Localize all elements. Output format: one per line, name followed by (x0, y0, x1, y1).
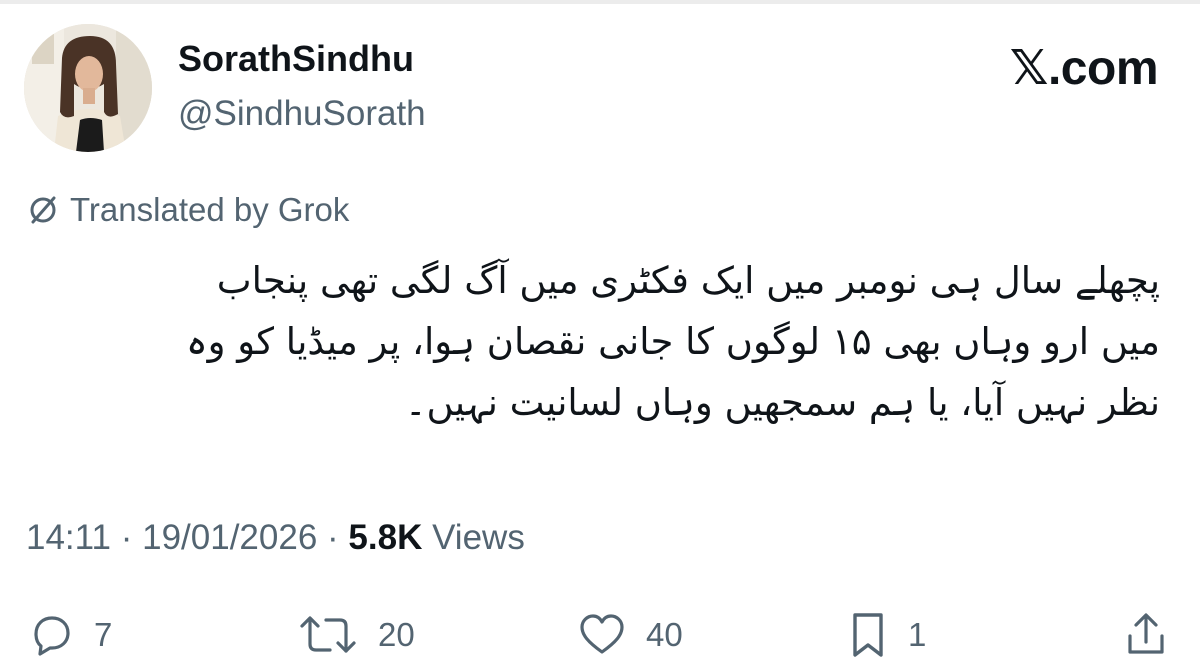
like-button[interactable]: 40 (578, 605, 683, 665)
action-bar: 7 20 40 1 (0, 605, 1200, 665)
share-button[interactable] (1124, 605, 1168, 665)
heart-icon (580, 614, 624, 654)
repost-count: 20 (378, 616, 415, 653)
avatar[interactable] (24, 24, 152, 152)
reply-count: 7 (94, 616, 113, 653)
repost-button[interactable]: 20 (298, 605, 415, 665)
meta-separator: · (120, 518, 133, 557)
top-divider (0, 0, 1200, 4)
reply-icon (34, 616, 70, 656)
tweet-text-line: نظر نہیں آیا، یا ہم سمجھیں وہاں لسانیت ن… (404, 381, 1160, 424)
translated-by-grok: Translated by Grok (26, 188, 349, 232)
profile-photo (24, 24, 152, 152)
tweet-text-line: پچھلے سال ہی نومبر میں ایک فکٹری میں آگ … (216, 259, 1160, 302)
tweet-text-line: میں ارو وہاں بھی ۱۵ لوگوں کا جانی نقصان … (186, 320, 1160, 363)
bookmark-count: 1 (908, 616, 927, 653)
views-label: Views (432, 518, 525, 557)
meta-separator: · (327, 518, 339, 557)
tweet-text: پچھلے سال ہی نومبر میں ایک فکٹری میں آگ … (30, 250, 1160, 433)
tweet-time[interactable]: 14:11 (26, 518, 111, 557)
bookmark-button[interactable]: 1 (848, 605, 926, 665)
like-count: 40 (646, 616, 683, 653)
tweet-date[interactable]: 19/01/2026 (142, 518, 317, 557)
translated-label: Translated by Grok (70, 191, 350, 228)
views-count: 5.8K (348, 518, 423, 557)
reply-button[interactable]: 7 (28, 605, 112, 665)
translate-icon (30, 196, 56, 224)
repost-icon (300, 616, 356, 653)
share-icon (1128, 613, 1164, 654)
tweet-meta: 14:11 · 19/01/2026 · 5.8K Views (26, 518, 525, 558)
x-com-logo: 𝕏.com (1009, 42, 1159, 95)
bookmark-icon (853, 613, 883, 657)
author-handle[interactable]: @SindhuSorath (178, 94, 426, 134)
author-display-name[interactable]: SorathSindhu (178, 38, 414, 80)
